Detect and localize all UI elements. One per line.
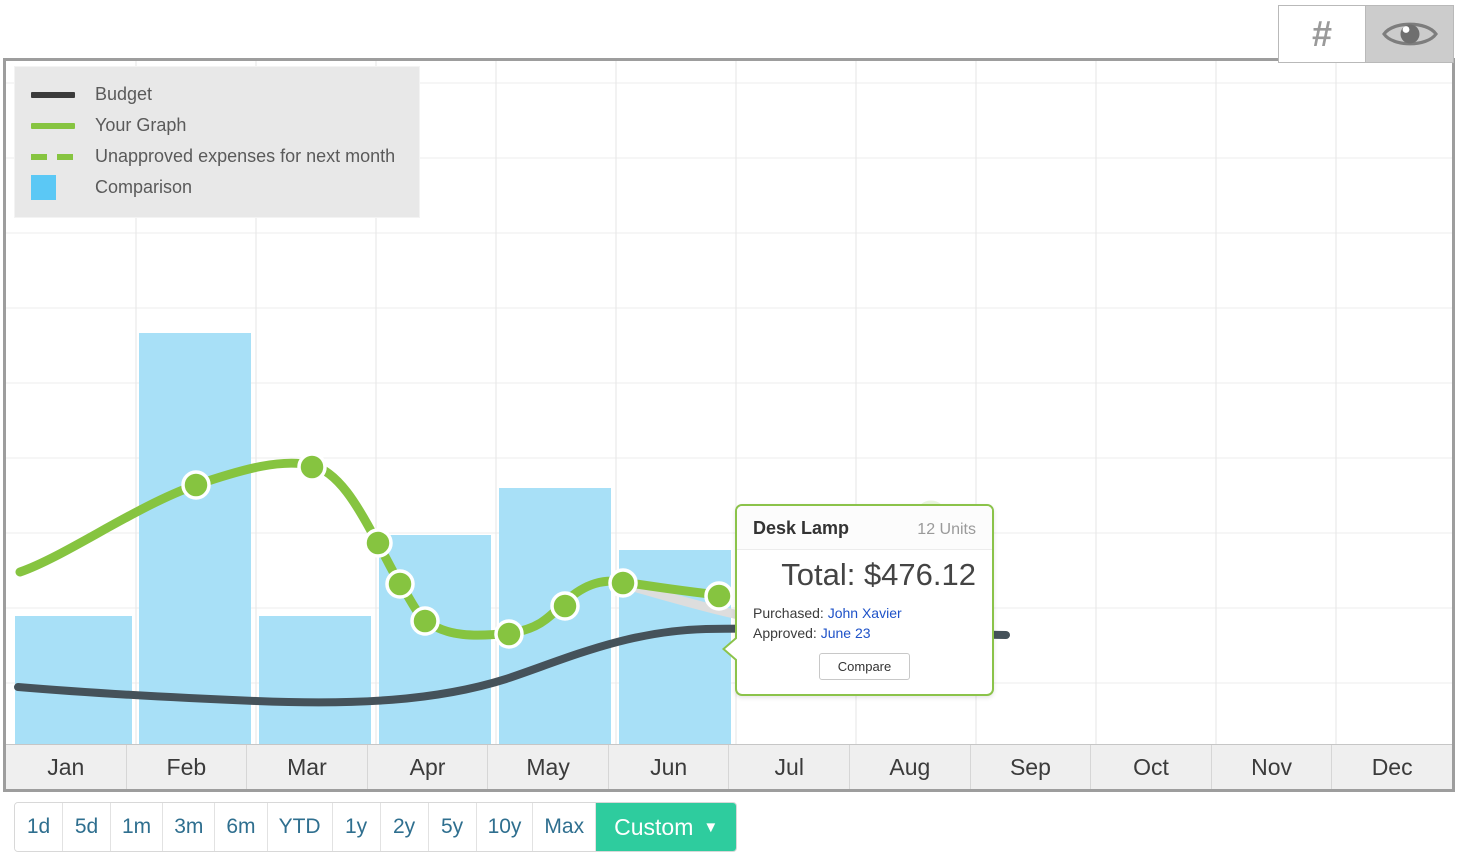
data-point-tooltip: Desk Lamp 12 Units Total: $476.12 Purcha… xyxy=(722,504,994,697)
tooltip-title: Desk Lamp xyxy=(753,518,850,538)
month-label-nov[interactable]: Nov xyxy=(1212,745,1333,789)
range-selector: 1d 5d 1m 3m 6m YTD 1y 2y 5y 10y Max Cust… xyxy=(14,802,738,852)
month-label-jun[interactable]: Jun xyxy=(609,745,730,789)
legend-label-unapproved: Unapproved expenses for next month xyxy=(95,146,396,166)
view-toggle-toolbar: # xyxy=(1278,5,1454,63)
month-label-jul[interactable]: Jul xyxy=(729,745,851,789)
eye-button[interactable] xyxy=(1366,5,1454,63)
tooltip-units: 12 Units xyxy=(917,521,976,538)
tooltip-actions: Compare xyxy=(753,653,976,681)
month-label-sep[interactable]: Sep xyxy=(971,745,1092,789)
compare-button[interactable]: Compare xyxy=(818,653,911,681)
month-label-apr[interactable]: Apr xyxy=(368,745,489,789)
legend-item-your-graph[interactable]: Your Graph xyxy=(31,110,403,141)
month-label-feb[interactable]: Feb xyxy=(127,745,248,789)
legend-swatch-your-graph xyxy=(31,115,75,137)
range-button-3m[interactable]: 3m xyxy=(163,803,216,851)
month-label-dec[interactable]: Dec xyxy=(1332,745,1452,789)
legend-label-your-graph: Your Graph xyxy=(95,115,187,135)
plot-area: Budget Your Graph Unapproved expenses fo… xyxy=(6,61,1452,744)
chart-legend: Budget Your Graph Unapproved expenses fo… xyxy=(14,66,420,218)
range-button-max[interactable]: Max xyxy=(533,803,597,851)
range-button-2y[interactable]: 2y xyxy=(380,803,429,851)
tooltip-body: Total: $476.12 Purchased: John Xavier Ap… xyxy=(737,550,992,694)
tooltip-total: Total: $476.12 xyxy=(781,557,976,592)
month-label-jan[interactable]: Jan xyxy=(6,745,127,789)
month-label-aug[interactable]: Aug xyxy=(850,745,971,789)
chart-widget: # Budget Your Graph Unapproved expenses … xyxy=(0,0,1458,861)
range-button-1d[interactable]: 1d xyxy=(15,803,63,851)
tooltip-approved-row: Approved: June 23 xyxy=(753,623,976,643)
tooltip-notch-inner xyxy=(725,636,740,662)
range-button-ytd[interactable]: YTD xyxy=(267,803,333,851)
eye-icon xyxy=(1381,22,1438,46)
month-label-may[interactable]: May xyxy=(488,745,609,789)
tooltip-header: Desk Lamp 12 Units xyxy=(737,506,992,550)
month-axis: Jan Feb Mar Apr May Jun Jul Aug Sep Oct … xyxy=(6,744,1452,789)
range-button-1m[interactable]: 1m xyxy=(111,803,164,851)
legend-label-budget: Budget xyxy=(95,84,153,104)
month-label-mar[interactable]: Mar xyxy=(247,745,368,789)
legend-label-comparison: Comparison xyxy=(95,177,193,197)
range-button-1y[interactable]: 1y xyxy=(332,803,381,851)
legend-item-unapproved[interactable]: Unapproved expenses for next month xyxy=(31,141,403,172)
range-button-10y[interactable]: 10y xyxy=(476,803,534,851)
month-label-oct[interactable]: Oct xyxy=(1091,745,1212,789)
hash-button[interactable]: # xyxy=(1278,5,1366,63)
range-button-custom[interactable]: Custom ▼ xyxy=(596,803,737,851)
tooltip-purchased-value[interactable]: John Xavier xyxy=(828,605,902,621)
legend-item-budget[interactable]: Budget xyxy=(31,79,403,110)
tooltip-approved-label: Approved: xyxy=(753,625,817,642)
legend-swatch-comparison xyxy=(31,175,75,200)
tooltip-purchased-label: Purchased: xyxy=(753,604,824,621)
range-button-custom-label: Custom xyxy=(614,813,694,840)
legend-item-comparison[interactable]: Comparison xyxy=(31,172,403,203)
chart-frame: Budget Your Graph Unapproved expenses fo… xyxy=(3,58,1455,792)
chevron-down-icon: ▼ xyxy=(703,818,719,836)
hash-icon: # xyxy=(1311,13,1333,54)
range-button-6m[interactable]: 6m xyxy=(215,803,268,851)
tooltip-purchased-row: Purchased: John Xavier xyxy=(753,603,976,623)
tooltip-approved-value[interactable]: June 23 xyxy=(821,625,871,641)
range-button-5y[interactable]: 5y xyxy=(428,803,477,851)
range-button-5d[interactable]: 5d xyxy=(63,803,111,851)
legend-swatch-budget xyxy=(31,84,75,106)
legend-swatch-unapproved xyxy=(31,146,75,168)
your-graph-markers xyxy=(181,452,734,649)
